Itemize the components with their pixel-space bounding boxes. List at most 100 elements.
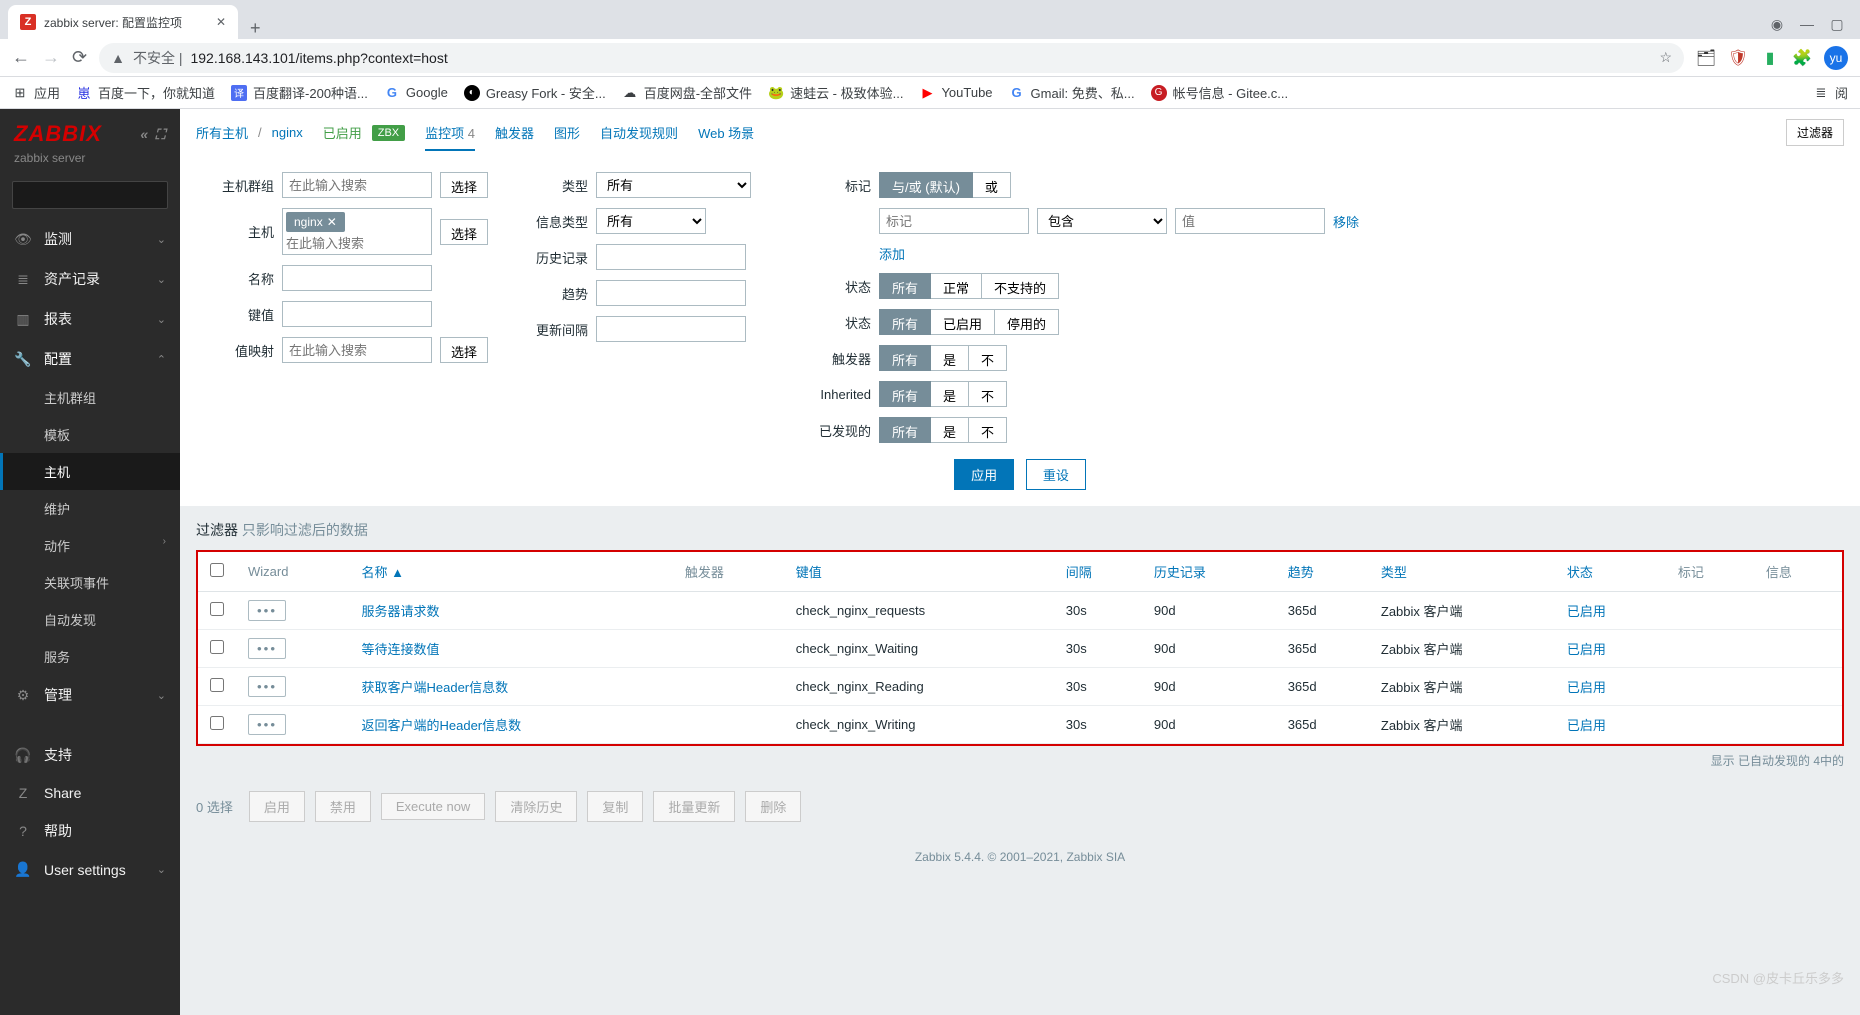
row-checkbox[interactable] — [210, 678, 224, 692]
triggers-no-button[interactable]: 不 — [969, 345, 1007, 371]
sidebar-subitem-actions[interactable]: 动作› — [0, 527, 180, 564]
reload-button[interactable]: ⟳ — [72, 47, 87, 68]
tag-name-input[interactable] — [879, 208, 1029, 234]
remove-chip-icon[interactable]: ✕ — [327, 215, 337, 229]
zabbix-logo[interactable]: ZABBIX « ⛶ — [14, 121, 166, 147]
row-checkbox[interactable] — [210, 602, 224, 616]
tab-web[interactable]: Web 场景 — [698, 123, 754, 142]
tag-value-input[interactable] — [1175, 208, 1325, 234]
col-interval[interactable]: 间隔 — [1066, 565, 1092, 580]
sidebar-item-user-settings[interactable]: 👤User settings⌄ — [0, 851, 180, 888]
close-icon[interactable]: ✕ — [216, 15, 226, 29]
select-all-checkbox[interactable] — [210, 563, 224, 577]
discovered-no-button[interactable]: 不 — [969, 417, 1007, 443]
status-all-button[interactable]: 所有 — [879, 309, 931, 335]
reset-button[interactable]: 重设 — [1026, 459, 1086, 490]
tag-add-link[interactable]: 添加 — [879, 244, 905, 263]
bookmark-baidu[interactable]: 崽百度一下，你就知道 — [76, 83, 215, 102]
sidebar-item-inventory[interactable]: ≣资产记录⌄ — [0, 259, 180, 299]
status-link[interactable]: 已启用 — [1567, 642, 1606, 657]
bookmark-gitee[interactable]: G帐号信息 - Gitee.c... — [1151, 83, 1289, 102]
triggers-yes-button[interactable]: 是 — [931, 345, 969, 371]
tag-or-button[interactable]: 或 — [973, 172, 1011, 198]
search-input[interactable] — [21, 188, 198, 203]
breadcrumb-host[interactable]: nginx — [272, 125, 303, 140]
bookmark-youtube[interactable]: ▶YouTube — [919, 85, 992, 101]
item-name-link[interactable]: 等待连接数值 — [361, 642, 439, 657]
bulk-execute-button[interactable]: Execute now — [381, 793, 485, 820]
minimize-icon[interactable]: — — [1800, 17, 1814, 31]
sidebar-subitem-services[interactable]: 服务 — [0, 638, 180, 675]
col-history[interactable]: 历史记录 — [1154, 565, 1206, 580]
sidebar-item-support[interactable]: 🎧支持 — [0, 735, 180, 775]
bulk-mass-update-button[interactable]: 批量更新 — [653, 791, 735, 822]
wizard-button[interactable]: ••• — [248, 714, 286, 735]
type-select[interactable]: 所有 — [596, 172, 751, 198]
host-chip[interactable]: nginx ✕ — [286, 212, 345, 232]
sidebar-subitem-discovery[interactable]: 自动发现 — [0, 601, 180, 638]
reading-list[interactable]: ≣阅 — [1813, 83, 1848, 102]
tag-remove-link[interactable]: 移除 — [1333, 212, 1359, 231]
sidebar-subitem-templates[interactable]: 模板 — [0, 416, 180, 453]
new-tab-button[interactable]: + — [238, 18, 273, 39]
apps-button[interactable]: ⊞应用 — [12, 83, 60, 102]
sidebar-subitem-hostgroups[interactable]: 主机群组 — [0, 379, 180, 416]
sidebar-search[interactable]: 🔍 — [12, 181, 168, 209]
extension-icon-1[interactable]: 🗂 — [1696, 48, 1716, 68]
tab-graphs[interactable]: 图形 — [554, 123, 580, 142]
row-checkbox[interactable] — [210, 640, 224, 654]
star-icon[interactable]: ☆ — [1659, 49, 1672, 66]
forward-button[interactable]: → — [42, 47, 60, 68]
sidebar-subitem-correlation[interactable]: 关联项事件 — [0, 564, 180, 601]
filter-toggle-button[interactable]: 过滤器 — [1786, 119, 1844, 146]
status-link[interactable]: 已启用 — [1567, 718, 1606, 733]
wizard-button[interactable]: ••• — [248, 600, 286, 621]
tab-triggers[interactable]: 触发器 — [495, 123, 534, 142]
wizard-button[interactable]: ••• — [248, 676, 286, 697]
sidebar-item-share[interactable]: ZShare — [0, 775, 180, 811]
discovered-all-button[interactable]: 所有 — [879, 417, 931, 443]
bookmark-suwa[interactable]: 🐸速蛙云 - 极致体验... — [768, 83, 903, 102]
status-link[interactable]: 已启用 — [1567, 604, 1606, 619]
maximize-icon[interactable]: ▢ — [1830, 17, 1844, 31]
item-name-link[interactable]: 获取客户端Header信息数 — [361, 680, 508, 695]
apply-button[interactable]: 应用 — [954, 459, 1014, 490]
triggers-all-button[interactable]: 所有 — [879, 345, 931, 371]
tab-discovery[interactable]: 自动发现规则 — [600, 123, 678, 142]
breadcrumb-all-hosts[interactable]: 所有主机 — [196, 123, 248, 142]
row-checkbox[interactable] — [210, 716, 224, 730]
browser-tab[interactable]: Z zabbix server: 配置监控项 ✕ — [8, 5, 238, 39]
profile-avatar[interactable]: yu — [1824, 46, 1848, 70]
host-select-button[interactable]: 选择 — [440, 219, 488, 245]
sidebar-item-help[interactable]: ?帮助 — [0, 811, 180, 851]
col-type[interactable]: 类型 — [1381, 565, 1407, 580]
valuemap-input[interactable] — [282, 337, 432, 363]
inherited-no-button[interactable]: 不 — [969, 381, 1007, 407]
bookmark-gmail[interactable]: GGmail: 免费、私... — [1009, 83, 1135, 102]
wizard-button[interactable]: ••• — [248, 638, 286, 659]
infotype-select[interactable]: 所有 — [596, 208, 706, 234]
host-input[interactable] — [286, 236, 428, 251]
state-all-button[interactable]: 所有 — [879, 273, 931, 299]
sidebar-subitem-hosts[interactable]: 主机 — [0, 453, 180, 490]
bulk-disable-button[interactable]: 禁用 — [315, 791, 371, 822]
status-enabled-button[interactable]: 已启用 — [931, 309, 995, 335]
bulk-enable-button[interactable]: 启用 — [249, 791, 305, 822]
status-link[interactable]: 已启用 — [1567, 680, 1606, 695]
col-name[interactable]: 名称 ▲ — [361, 565, 404, 580]
extension-icon-3[interactable]: ▮ — [1760, 48, 1780, 68]
bookmark-fanyi[interactable]: 译百度翻译-200种语... — [231, 83, 368, 102]
extension-icon-2[interactable]: 🛡 — [1728, 48, 1748, 68]
back-button[interactable]: ← — [12, 47, 30, 68]
sidebar-subitem-maintenance[interactable]: 维护 — [0, 490, 180, 527]
collapse-icon[interactable]: « — [140, 126, 149, 143]
tag-andor-button[interactable]: 与/或 (默认) — [879, 172, 973, 198]
col-trends[interactable]: 趋势 — [1288, 565, 1314, 580]
sidebar-item-monitoring[interactable]: 👁监测⌄ — [0, 219, 180, 259]
status-disabled-button[interactable]: 停用的 — [995, 309, 1059, 335]
state-normal-button[interactable]: 正常 — [931, 273, 982, 299]
inherited-all-button[interactable]: 所有 — [879, 381, 931, 407]
trends-input[interactable] — [596, 280, 746, 306]
valuemap-select-button[interactable]: 选择 — [440, 337, 488, 363]
bookmark-greasy[interactable]: ◐Greasy Fork - 安全... — [464, 83, 606, 102]
